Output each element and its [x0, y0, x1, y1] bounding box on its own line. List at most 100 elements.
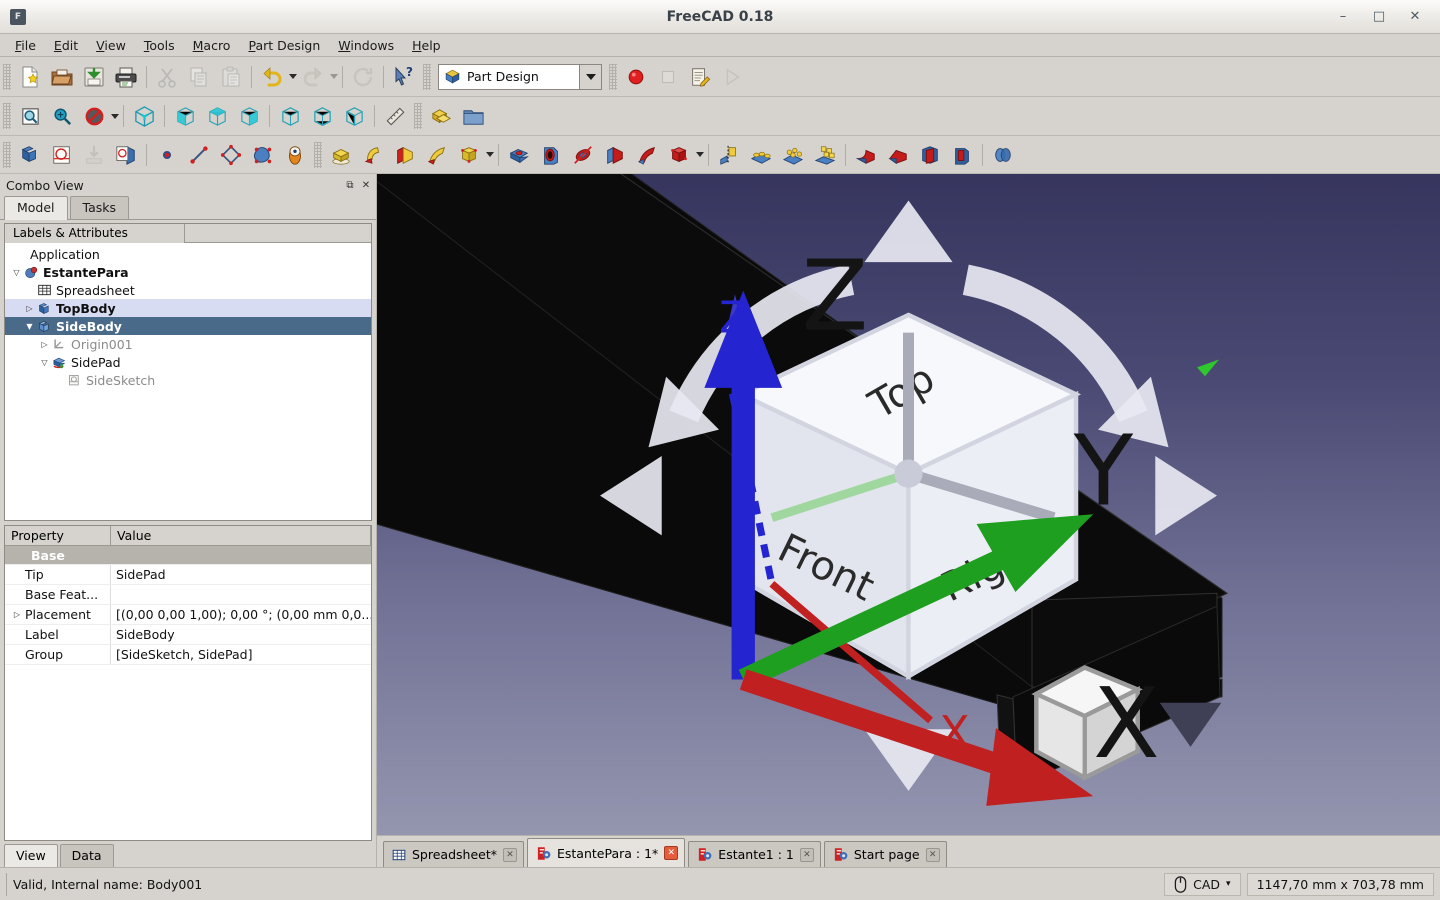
- menu-file[interactable]: File: [6, 35, 45, 56]
- property-value[interactable]: [(0,00 0,00 1,00); 0,00 °; (0,00 mm 0,0.…: [111, 605, 371, 624]
- tree-item-origin001[interactable]: ▷ Origin001: [5, 335, 371, 353]
- macro-execute-icon[interactable]: [716, 62, 748, 92]
- toolbar-grip[interactable]: [314, 141, 322, 168]
- new-document-icon[interactable]: [14, 62, 46, 92]
- shape-binder-icon[interactable]: [247, 140, 279, 170]
- maximize-button[interactable]: □: [1362, 3, 1396, 31]
- thickness-icon[interactable]: [946, 140, 978, 170]
- subtractive-loft-icon[interactable]: [599, 140, 631, 170]
- create-group-icon[interactable]: [457, 101, 489, 131]
- close-icon[interactable]: ✕: [925, 847, 940, 862]
- property-group-base[interactable]: Base: [5, 546, 371, 565]
- print-icon[interactable]: [110, 62, 142, 92]
- attach-sketch-icon[interactable]: [78, 140, 110, 170]
- datum-plane-icon[interactable]: [215, 140, 247, 170]
- bottom-view-icon[interactable]: [306, 101, 338, 131]
- property-row-label[interactable]: Label SideBody: [5, 625, 371, 645]
- tree-item-estantepara[interactable]: ▽ EstantePara: [5, 263, 371, 281]
- open-document-icon[interactable]: [46, 62, 78, 92]
- macro-edit-icon[interactable]: [684, 62, 716, 92]
- toolbar-grip[interactable]: [609, 63, 617, 90]
- pocket-icon[interactable]: [503, 140, 535, 170]
- toolbar-grip[interactable]: [414, 103, 422, 129]
- fit-all-icon[interactable]: [14, 101, 46, 131]
- tree-item-application[interactable]: Application: [5, 245, 371, 263]
- property-value[interactable]: SidePad: [111, 565, 371, 584]
- revolution-icon[interactable]: [357, 140, 389, 170]
- right-view-icon[interactable]: [233, 101, 265, 131]
- property-row-tip[interactable]: Tip SidePad: [5, 565, 371, 585]
- datum-line-icon[interactable]: [183, 140, 215, 170]
- create-sketch-icon[interactable]: [46, 140, 78, 170]
- tab-tasks[interactable]: Tasks: [69, 196, 130, 219]
- clone-icon[interactable]: [279, 140, 311, 170]
- menu-windows[interactable]: Windows: [329, 35, 403, 56]
- top-view-icon[interactable]: [201, 101, 233, 131]
- redo-dropdown-caret[interactable]: [330, 74, 338, 79]
- menu-edit[interactable]: Edit: [45, 35, 87, 56]
- tree-item-topbody[interactable]: ▷ TopBody: [5, 299, 371, 317]
- twisty-icon[interactable]: ▷: [38, 340, 51, 349]
- measure-icon[interactable]: [379, 101, 411, 131]
- draw-style-dropdown-caret[interactable]: [111, 113, 119, 119]
- tab-model[interactable]: Model: [4, 196, 68, 220]
- menu-part-design[interactable]: Part Design: [239, 35, 329, 56]
- twisty-icon[interactable]: ▽: [10, 268, 23, 277]
- draft-icon[interactable]: [914, 140, 946, 170]
- twisty-icon[interactable]: ▼: [23, 322, 36, 331]
- toolbar-grip[interactable]: [3, 141, 11, 168]
- tree-item-sidepad[interactable]: ▽ SidePad: [5, 353, 371, 371]
- undo-dropdown-caret[interactable]: [289, 74, 297, 79]
- menu-view[interactable]: View: [87, 35, 135, 56]
- tree-item-spreadsheet[interactable]: Spreadsheet: [5, 281, 371, 299]
- cut-icon[interactable]: [151, 62, 183, 92]
- close-button[interactable]: ✕: [1398, 3, 1432, 31]
- mirrored-icon[interactable]: [713, 140, 745, 170]
- menu-macro[interactable]: Macro: [184, 35, 240, 56]
- subtractive-primitive-dropdown-caret[interactable]: [696, 152, 704, 157]
- property-row-group[interactable]: Group [SideSketch, SidePad]: [5, 645, 371, 665]
- document-tab-spreadsheet[interactable]: Spreadsheet* ✕: [383, 841, 524, 867]
- create-part-icon[interactable]: [425, 101, 457, 131]
- isometric-view-icon[interactable]: [128, 101, 160, 131]
- twisty-icon[interactable]: ▽: [38, 358, 51, 367]
- close-panel-icon[interactable]: ✕: [360, 179, 372, 191]
- navigation-style-selector[interactable]: CAD ▾: [1164, 872, 1241, 896]
- close-icon[interactable]: ✕: [503, 847, 517, 862]
- draw-style-icon[interactable]: [78, 101, 110, 131]
- tree-item-sidebody[interactable]: ▼ SideBody: [5, 317, 371, 335]
- subtractive-box-icon[interactable]: [663, 140, 695, 170]
- property-value[interactable]: [SideSketch, SidePad]: [111, 645, 371, 664]
- fit-selection-icon[interactable]: [46, 101, 78, 131]
- macro-record-icon[interactable]: [620, 62, 652, 92]
- datum-point-icon[interactable]: [151, 140, 183, 170]
- property-row-base-feature[interactable]: Base Feat...: [5, 585, 371, 605]
- additive-primitive-dropdown-caret[interactable]: [486, 152, 494, 157]
- linear-pattern-icon[interactable]: [745, 140, 777, 170]
- edit-sketch-icon[interactable]: [110, 140, 142, 170]
- chevron-down-icon[interactable]: ▾: [1226, 879, 1231, 889]
- close-icon[interactable]: ✕: [799, 847, 814, 862]
- whats-this-icon[interactable]: ?: [388, 62, 420, 92]
- redo-icon[interactable]: [297, 62, 329, 92]
- pad-icon[interactable]: [325, 140, 357, 170]
- twisty-icon[interactable]: ▷: [23, 304, 36, 313]
- refresh-icon[interactable]: [347, 62, 379, 92]
- additive-loft-icon[interactable]: [389, 140, 421, 170]
- polar-pattern-icon[interactable]: [777, 140, 809, 170]
- document-tab-estante1[interactable]: Estante1 : 1 ✕: [688, 841, 821, 867]
- multi-transform-icon[interactable]: [809, 140, 841, 170]
- left-view-icon[interactable]: [338, 101, 370, 131]
- subtractive-pipe-icon[interactable]: [631, 140, 663, 170]
- property-value[interactable]: SideBody: [111, 625, 371, 644]
- close-icon[interactable]: ✕: [664, 846, 679, 860]
- toolbar-grip[interactable]: [3, 63, 11, 90]
- workbench-selector[interactable]: Part Design: [438, 63, 602, 90]
- float-panel-icon[interactable]: ⧉: [344, 179, 356, 191]
- 3d-viewport[interactable]: Top Front Right Z X: [377, 174, 1440, 835]
- front-view-icon[interactable]: [169, 101, 201, 131]
- chamfer-icon[interactable]: [882, 140, 914, 170]
- expander-icon[interactable]: ▷: [9, 610, 25, 619]
- copy-icon[interactable]: [183, 62, 215, 92]
- toolbar-grip[interactable]: [3, 103, 11, 129]
